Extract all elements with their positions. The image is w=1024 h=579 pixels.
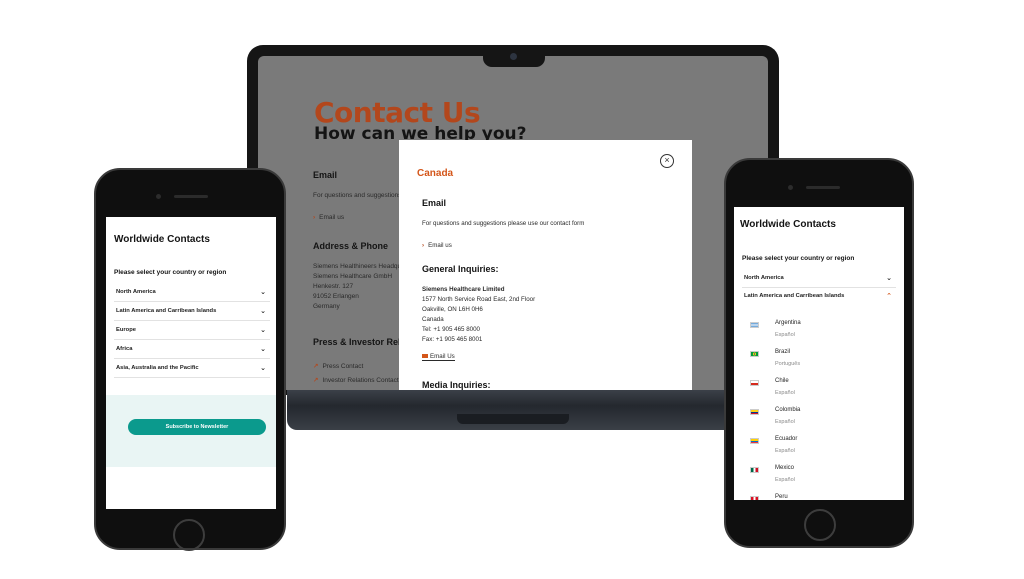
fax-line: Fax: +1 905 465 8001 xyxy=(422,336,483,343)
phone-speaker xyxy=(806,186,840,189)
ecuador-flag-icon xyxy=(750,438,759,444)
chevron-down-icon: ⌄ xyxy=(260,365,266,372)
country-item-ecuador[interactable]: Ecuador Español xyxy=(750,436,880,465)
worldwide-contacts-title: Worldwide Contacts xyxy=(114,234,210,245)
subscribe-newsletter-button[interactable]: Subscribe to Newsletter xyxy=(128,419,266,435)
chevron-down-icon: ⌄ xyxy=(260,327,266,334)
general-email-link[interactable]: Email Us xyxy=(422,353,455,361)
chevron-down-icon: ⌄ xyxy=(260,289,266,296)
region-item-north-america[interactable]: North America ⌄ xyxy=(742,269,896,288)
address-heading: Address & Phone xyxy=(313,241,389,251)
address-line: Siemens Healthineers Headqu xyxy=(313,263,402,270)
modal-email-link[interactable]: › Email us xyxy=(422,242,452,249)
phone-right-screen: Worldwide Contacts Please select your co… xyxy=(734,207,904,500)
address-line: Siemens Healthcare GmbH xyxy=(313,273,393,280)
chevron-down-icon: ⌄ xyxy=(886,275,892,282)
modal-email-heading: Email xyxy=(422,198,447,208)
general-inquiries-heading: General Inquiries: xyxy=(422,264,499,274)
region-item-latin-america[interactable]: Latin America and Carribean Islands ⌃ xyxy=(742,287,896,306)
mexico-flag-icon xyxy=(750,467,759,473)
email-heading: Email xyxy=(313,170,338,180)
arrow-icon: ↗ xyxy=(313,377,319,384)
address-line: Oakville, ON L6H 0H6 xyxy=(422,306,483,313)
region-prompt: Please select your country or region xyxy=(114,269,227,276)
chile-flag-icon xyxy=(750,380,759,386)
laptop-hinge xyxy=(457,414,569,424)
country-item-mexico[interactable]: Mexico Español xyxy=(750,465,880,494)
chevron-up-icon: ⌃ xyxy=(886,293,892,300)
country-item-colombia[interactable]: Colombia Español xyxy=(750,407,880,436)
country-item-chile[interactable]: Chile Español xyxy=(750,378,880,407)
modal-country-title: Canada xyxy=(417,168,454,179)
chevron-right-icon: › xyxy=(422,242,425,249)
argentina-flag-icon xyxy=(750,322,759,328)
email-us-link[interactable]: › Email us xyxy=(313,214,344,221)
home-button[interactable] xyxy=(804,509,836,541)
company-name: Siemens Healthcare Limited xyxy=(422,286,505,293)
country-item-argentina[interactable]: Argentina Español xyxy=(750,320,880,349)
chevron-right-icon: › xyxy=(313,214,316,221)
region-item-africa[interactable]: Africa ⌄ xyxy=(114,340,270,359)
phone-camera xyxy=(156,194,161,199)
chevron-down-icon: ⌄ xyxy=(260,346,266,353)
phone-left-screen: Worldwide Contacts Please select your co… xyxy=(106,217,276,509)
envelope-icon xyxy=(422,354,428,359)
modal-email-text: For questions and suggestions please use… xyxy=(422,220,585,227)
region-item-north-america[interactable]: North America ⌄ xyxy=(114,283,270,302)
contact-modal: × Canada Email For questions and suggest… xyxy=(399,140,692,390)
region-prompt: Please select your country or region xyxy=(742,255,855,262)
region-item-latin-america[interactable]: Latin America and Carribean Islands ⌄ xyxy=(114,302,270,321)
media-inquiries-heading: Media Inquiries: xyxy=(422,380,491,390)
country-item-peru[interactable]: Peru xyxy=(750,494,880,500)
close-icon[interactable]: × xyxy=(660,154,674,168)
address-line: Henkestr. 127 xyxy=(313,283,354,290)
home-button[interactable] xyxy=(173,519,205,551)
peru-flag-icon xyxy=(750,496,759,500)
newsletter-section: Subscribe to Newsletter xyxy=(106,395,276,467)
laptop-camera xyxy=(510,53,517,60)
email-text: For questions and suggestions xyxy=(313,192,402,199)
press-heading: Press & Investor Relat xyxy=(313,337,409,347)
worldwide-contacts-title: Worldwide Contacts xyxy=(740,219,836,230)
brazil-flag-icon xyxy=(750,351,759,357)
address-line: Germany xyxy=(313,303,340,310)
press-contact-link[interactable]: ↗ Press Contact xyxy=(313,362,363,370)
phone-camera xyxy=(788,185,793,190)
phone-line: Tel: +1 905 465 8000 xyxy=(422,326,480,333)
colombia-flag-icon xyxy=(750,409,759,415)
laptop-base xyxy=(287,390,739,430)
laptop-screen: Contact Us How can we help you? Email Fo… xyxy=(258,56,768,390)
address-line: 91052 Erlangen xyxy=(313,293,359,300)
address-line: 1577 North Service Road East, 2nd Floor xyxy=(422,296,536,303)
chevron-down-icon: ⌄ xyxy=(260,308,266,315)
country-item-brazil[interactable]: Brazil Português xyxy=(750,349,880,378)
arrow-icon: ↗ xyxy=(313,363,319,370)
investor-contact-link[interactable]: ↗ Investor Relations Contact xyxy=(313,376,399,384)
phone-speaker xyxy=(174,195,208,198)
region-item-asia-pacific[interactable]: Asia, Australia and the Pacific ⌄ xyxy=(114,359,270,378)
region-item-europe[interactable]: Europe ⌄ xyxy=(114,321,270,340)
address-line: Canada xyxy=(422,316,444,323)
